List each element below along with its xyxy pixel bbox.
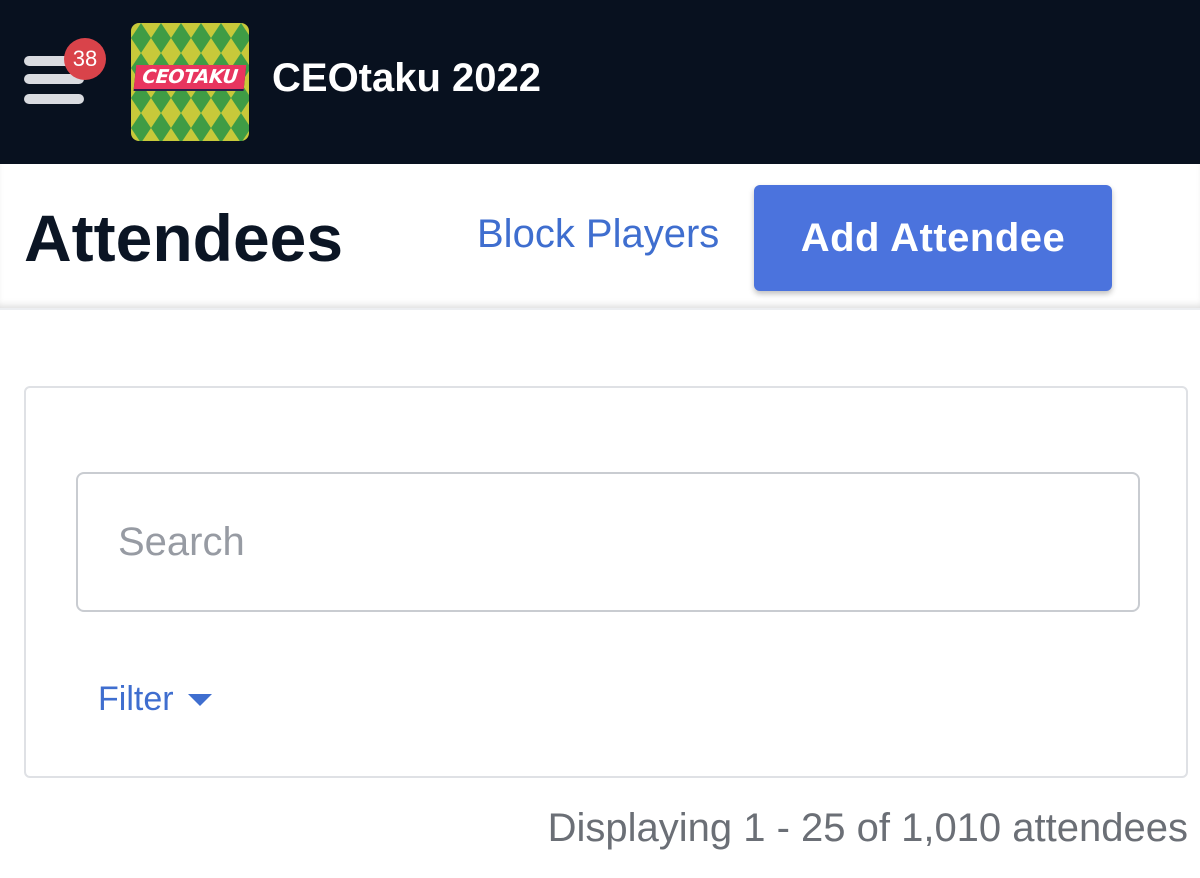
event-logo[interactable]: CEOTAKU xyxy=(131,23,249,141)
caret-down-icon xyxy=(187,693,212,706)
filter-toggle[interactable]: Filter xyxy=(98,680,212,719)
filter-label: Filter xyxy=(98,680,174,718)
event-title[interactable]: CEOtaku 2022 xyxy=(272,56,541,101)
notification-badge[interactable]: 38 xyxy=(64,38,106,80)
search-filter-card: Filter xyxy=(24,386,1188,778)
results-summary: Displaying 1 - 25 of 1,010 attendees xyxy=(547,806,1188,850)
menu-bar-line xyxy=(24,94,84,104)
top-navigation-bar: 38 CEOTAKU CEOtaku 2022 xyxy=(0,0,1200,164)
search-input[interactable] xyxy=(76,472,1140,612)
add-attendee-button[interactable]: Add Attendee xyxy=(754,185,1112,291)
logo-wordmark: CEOTAKU xyxy=(133,65,247,89)
page-title: Attendees xyxy=(24,201,344,275)
page-header: Attendees Block Players Add Attendee xyxy=(0,164,1200,310)
block-players-link[interactable]: Block Players xyxy=(477,212,719,257)
